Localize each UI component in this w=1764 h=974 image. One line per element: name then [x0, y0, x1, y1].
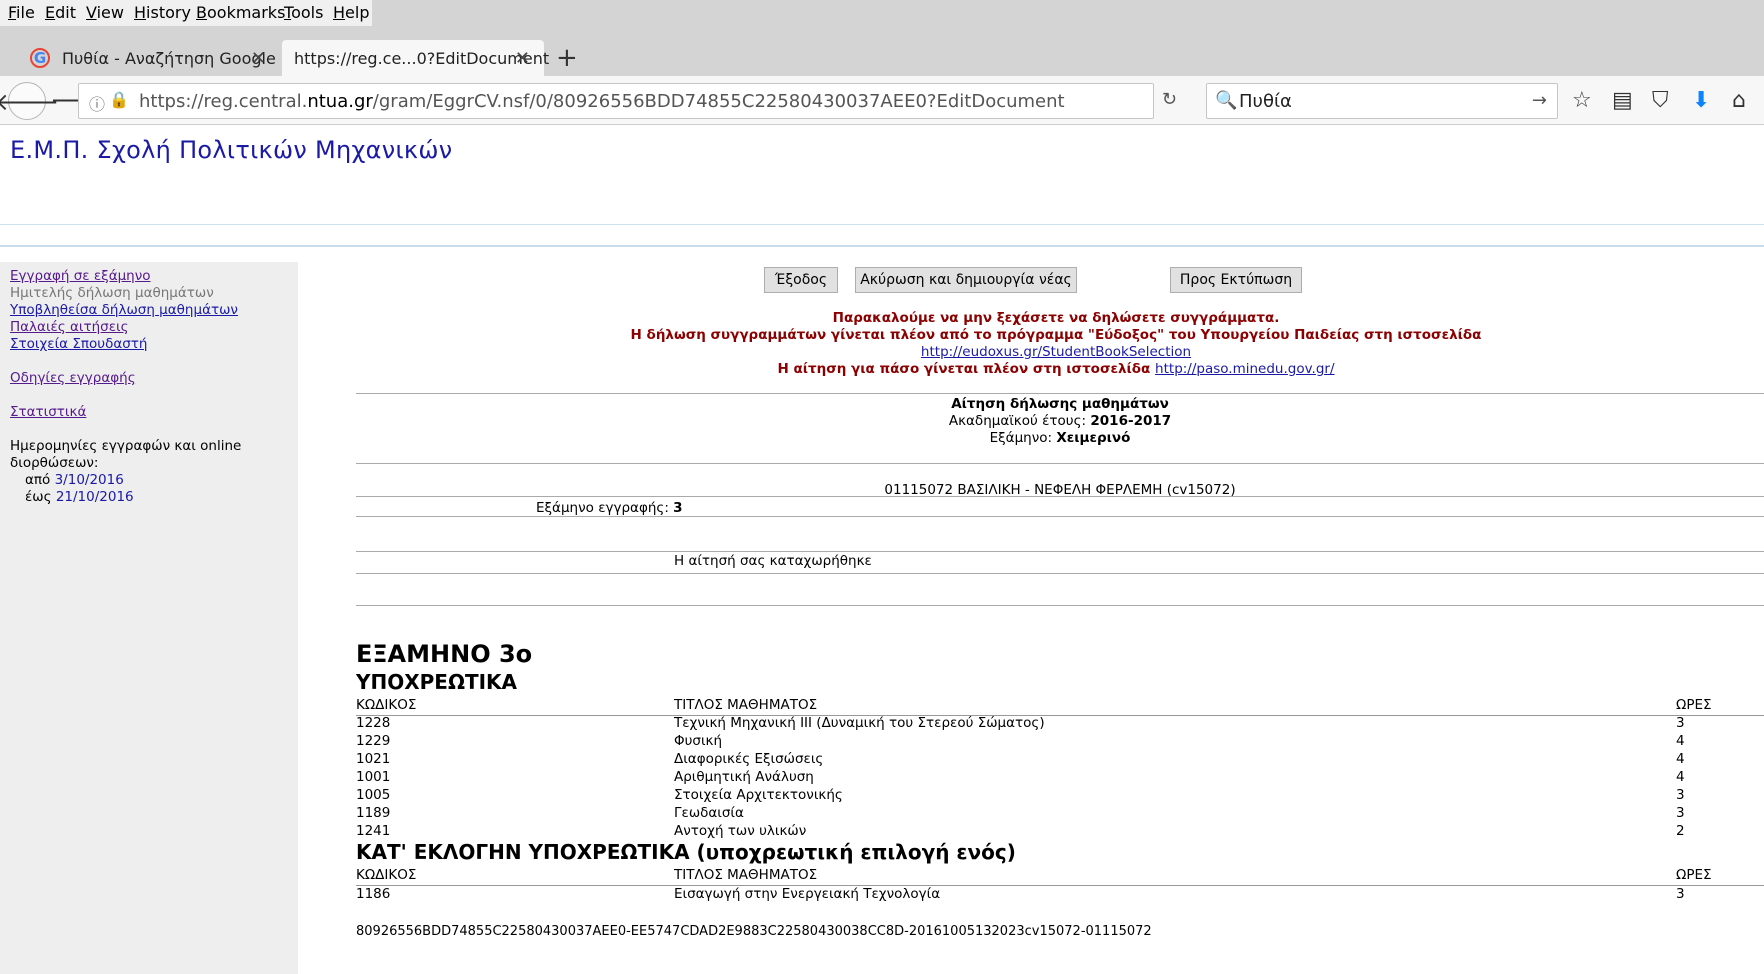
dates-label-2: διορθώσεων: — [10, 455, 99, 471]
notice-line-3: http://eudoxus.gr/StudentBookSelection — [356, 344, 1756, 360]
table-header: ΚΩΔΙΚΟΣ ΤΙΤΛΟΣ ΜΑΘΗΜΑΤΟΣ ΩΡΕΣ — [356, 867, 1764, 886]
sidebar-link-statistics[interactable]: Στατιστικά — [10, 404, 86, 420]
tab-label: Πυθία - Αναζήτηση Google — [62, 48, 276, 68]
table-row: 1241 Αντοχή των υλικών 2 — [356, 823, 1685, 839]
column-code: ΚΩΔΙΚΟΣ — [356, 697, 417, 713]
address-bar[interactable]: ⓘ 🔒 https://reg.central.ntua.gr/gram/Egg… — [78, 83, 1177, 119]
sidebar-link-semester-registration[interactable]: Εγγραφή σε εξάμηνο — [10, 268, 151, 284]
menu-help[interactable]: Help — [333, 3, 369, 22]
date-from: από 3/10/2016 — [25, 472, 124, 488]
menu-bookmarks[interactable]: Bookmarks — [196, 3, 285, 22]
tab-strip: G Πυθία - Αναζήτηση Google ✕ https://reg… — [0, 26, 1764, 76]
eudoxus-link[interactable]: http://eudoxus.gr/StudentBookSelection — [921, 344, 1191, 360]
new-tab-icon[interactable]: + — [556, 43, 578, 73]
notice-line-1: Παρακαλούμε να μην ξεχάσετε να δηλώσετε … — [832, 310, 1280, 326]
download-icon[interactable]: ⬇ — [1692, 88, 1710, 113]
column-hours: ΩΡΕΣ — [1676, 867, 1712, 883]
table-row: 1186 Εισαγωγή στην Ενεργειακή Τεχνολογία 3 — [356, 886, 1685, 902]
close-tab-icon[interactable]: ✕ — [515, 48, 530, 69]
sidebar-item-incomplete-declaration: Ημιτελής δήλωση μαθημάτων — [10, 285, 214, 301]
paso-link[interactable]: http://paso.minedu.gov.gr/ — [1155, 361, 1334, 377]
tab-google-search[interactable]: G Πυθία - Αναζήτηση Google ✕ — [18, 40, 280, 76]
divider — [356, 516, 1764, 517]
divider — [356, 573, 1764, 574]
info-icon[interactable]: ⓘ — [89, 91, 105, 115]
sidebar-link-submitted-declaration[interactable]: Υποβληθείσα δήλωση μαθημάτων — [10, 302, 238, 318]
semester: Εξάμηνο: Χειμερινό — [989, 430, 1131, 446]
column-code: ΚΩΔΙΚΟΣ — [356, 867, 417, 883]
menu-edit[interactable]: Edit — [45, 3, 76, 22]
table-row: 1189 Γεωδαισία 3 — [356, 805, 1685, 821]
notice-line-2: Η δήλωση συγγραμμάτων γίνεται πλέον από … — [630, 327, 1482, 343]
academic-year: Ακαδημαϊκού έτους: 2016-2017 — [948, 413, 1172, 429]
column-title: ΤΙΤΛΟΣ ΜΑΘΗΜΑΤΟΣ — [674, 697, 818, 713]
menu-file[interactable]: File — [8, 3, 35, 22]
divider — [356, 551, 1764, 552]
sidebar: Εγγραφή σε εξάμηνο Ημιτελής δήλωση μαθημ… — [0, 262, 298, 974]
lock-icon[interactable]: 🔒 — [109, 90, 129, 109]
menu-history[interactable]: History — [134, 3, 191, 22]
sidebar-link-old-applications[interactable]: Παλαιές αιτήσεις — [10, 319, 129, 335]
table-row: 1005 Στοιχεία Αρχιτεκτονικής 3 — [356, 787, 1685, 803]
column-title: ΤΙΤΛΟΣ ΜΑΘΗΜΑΤΟΣ — [674, 867, 818, 883]
table-header: ΚΩΔΙΚΟΣ ΤΙΤΛΟΣ ΜΑΘΗΜΑΤΟΣ ΩΡΕΣ — [356, 697, 1764, 716]
table-row: 1228 Τεχνική Μηχανική ΙΙΙ (Δυναμική του Σ… — [356, 715, 1685, 731]
titlebar-background — [372, 0, 1764, 26]
dates-label: Ημερομηνίες εγγραφών και online — [10, 438, 242, 454]
cancel-and-create-new-button[interactable]: Ακύρωση και δημιουργία νέας — [855, 267, 1077, 293]
menu-bar: File Edit View History Bookmarks Tools H… — [0, 0, 372, 26]
search-go-icon[interactable]: → — [1532, 90, 1547, 111]
google-icon: G — [30, 48, 50, 68]
search-input[interactable]: Πυθία — [1239, 91, 1292, 112]
divider — [356, 605, 1764, 606]
tab-label: https://reg.ce...0?EditDocument — [294, 48, 550, 68]
notice-line-4: Η αίτηση για πάσο γίνεται πλέον στη ιστο… — [777, 361, 1335, 377]
elective-heading: ΚΑΤ' ΕΚΛΟΓΗΝ ΥΠΟΧΡΕΩΤΙΚΑ (υποχρεωτική επ… — [356, 840, 1016, 864]
search-icon: 🔍 — [1215, 90, 1238, 111]
document-id: 80926556BDD74855C22580430037AEE0-EE5747C… — [356, 924, 1152, 939]
divider — [356, 393, 1764, 394]
table-row: 1001 Αριθμητική Ανάλυση 4 — [356, 769, 1685, 785]
sidebar-link-instructions[interactable]: Οδηγίες εγγραφής — [10, 370, 136, 386]
column-hours: ΩΡΕΣ — [1676, 697, 1712, 713]
header-divider — [0, 224, 1764, 225]
search-bar[interactable]: 🔍 Πυθία → — [1206, 83, 1558, 119]
print-button[interactable]: Προς Εκτύπωση — [1170, 267, 1302, 293]
mandatory-heading: ΥΠΟΧΡΕΩΤΙΚΑ — [356, 670, 518, 694]
site-title: Ε.Μ.Π. Σχολή Πολιτικών Μηχανικών — [10, 136, 453, 164]
close-tab-icon[interactable]: ✕ — [251, 48, 266, 69]
url-text[interactable]: https://reg.central.ntua.gr/gram/EggrCV.… — [139, 91, 1065, 112]
pocket-icon[interactable]: ⛉ — [1652, 88, 1669, 113]
date-to: έως 21/10/2016 — [25, 489, 134, 505]
divider — [356, 463, 1764, 464]
exit-button[interactable]: Έξοδος — [764, 267, 838, 293]
application-status: Η αίτησή σας καταχωρήθηκε — [674, 553, 872, 569]
back-button[interactable]: 🡐 — [0, 82, 59, 120]
menu-view[interactable]: View — [86, 3, 124, 22]
library-icon[interactable]: ▤ — [1612, 88, 1633, 113]
table-row: 1229 Φυσική 4 — [356, 733, 1685, 749]
student-info: 01115072 ΒΑΣΙΛΙΚΗ - ΝΕΦΕΛΗ ΦΕΡΛΕΜΗ (cv15… — [884, 482, 1236, 498]
menu-tools[interactable]: Tools — [284, 3, 323, 22]
application-title: Αίτηση δήλωσης μαθημάτων — [951, 396, 1169, 412]
sidebar-link-student-info[interactable]: Στοιχεία Σπουδαστή — [10, 336, 147, 352]
header-divider-2 — [0, 245, 1764, 247]
registration-semester: Εξάμηνο εγγραφής: 3 — [536, 500, 683, 516]
tab-edit-document[interactable]: https://reg.ce...0?EditDocument ✕ — [282, 40, 549, 76]
bookmark-star-icon[interactable]: ☆ — [1572, 88, 1592, 113]
semester-heading: ΕΞΑΜΗΝΟ 3ο — [356, 640, 533, 668]
home-icon[interactable]: ⌂ — [1732, 88, 1746, 113]
table-row: 1021 Διαφορικές Εξισώσεις 4 — [356, 751, 1685, 767]
navigation-bar: 🡐 🡒 ⓘ 🔒 https://reg.central.ntua.gr/gram… — [0, 76, 1764, 125]
reload-icon[interactable]: ↻ — [1162, 89, 1177, 110]
